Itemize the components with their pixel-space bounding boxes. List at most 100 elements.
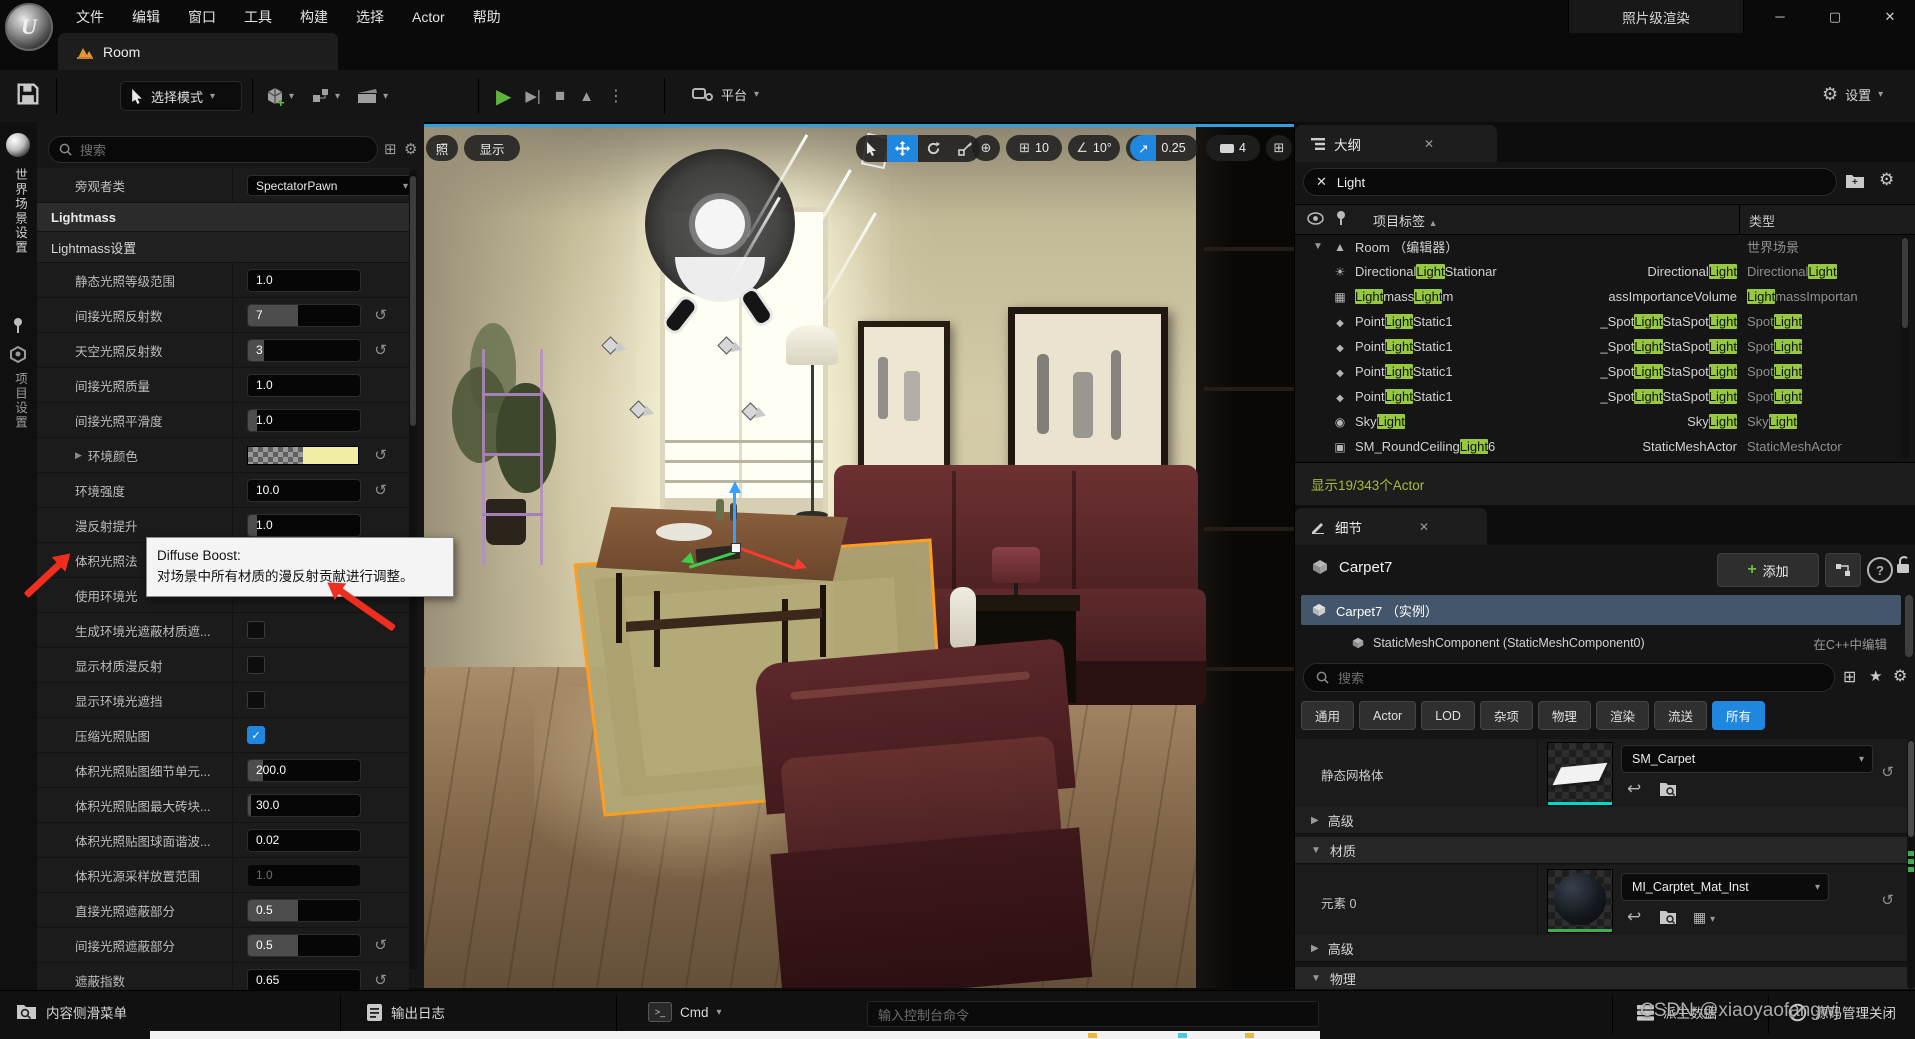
menu-item[interactable]: 选择	[342, 0, 398, 34]
filter-pill[interactable]: 物理	[1538, 701, 1591, 730]
console-command-input[interactable]: 输入控制台命令	[867, 1001, 1319, 1027]
spotlight-gizmo-icon[interactable]	[742, 401, 768, 423]
instance-row-selected[interactable]: Carpet7 （实例）	[1301, 595, 1901, 625]
filter-pill[interactable]: 流送	[1654, 701, 1707, 730]
spotlight-gizmo-icon[interactable]	[602, 335, 628, 357]
cinematics-dropdown[interactable]: ▾	[356, 84, 388, 108]
settings-row[interactable]: ▶ Lightmass ▾ ✓ ↺	[37, 203, 409, 232]
scene-table-lamp[interactable]	[992, 547, 1040, 583]
value-field[interactable]: 7	[247, 304, 361, 327]
save-icon[interactable]	[14, 80, 42, 108]
platform-dropdown[interactable]: 平台 ▾	[690, 84, 759, 104]
settings-dropdown[interactable]: ⚙ 设置 ▾	[1822, 84, 1883, 105]
outliner-row[interactable]: ▼ PointLightStatic1_SpotLightStaSpotLigh…	[1295, 309, 1895, 334]
value-field[interactable]: 200.0	[247, 759, 361, 782]
reset-to-default-icon[interactable]: ↺	[1881, 891, 1894, 909]
reset-to-default-icon[interactable]: ↺	[374, 971, 387, 989]
use-selected-asset-icon[interactable]: ↩	[1627, 779, 1641, 799]
value-field[interactable]: 0.02	[247, 829, 361, 852]
color-swatch[interactable]	[247, 446, 359, 465]
sidebar-tab-world-settings[interactable]: 世界场景设置	[11, 168, 30, 255]
value-field[interactable]: 1.0	[247, 514, 361, 537]
outliner-row[interactable]: ▼ Room （编辑器） 世界场景	[1295, 234, 1895, 259]
value-field[interactable]: 3	[247, 339, 361, 362]
scene-armchair[interactable]	[754, 638, 1092, 988]
sidebar-tab-project-settings[interactable]: 项目设置	[11, 372, 30, 430]
close-icon[interactable]: ✕	[1419, 520, 1429, 534]
static-mesh-thumbnail[interactable]	[1547, 742, 1613, 806]
value-field[interactable]: 0.5	[247, 899, 361, 922]
stop-button[interactable]: ■	[555, 86, 565, 106]
static-mesh-asset-dropdown[interactable]: SM_Carpet▾	[1621, 745, 1873, 773]
add-component-button[interactable]: +添加	[1717, 553, 1819, 587]
close-button[interactable]: ✕	[1865, 0, 1915, 33]
scene-picture-frame-1[interactable]	[858, 321, 950, 483]
label-column-header[interactable]: 项目标签 ▲	[1373, 211, 1438, 230]
reset-to-default-icon[interactable]: ↺	[374, 446, 387, 464]
edit-blueprint-button[interactable]	[1825, 553, 1861, 587]
menu-item[interactable]: Actor	[398, 2, 459, 32]
frame-skip-button[interactable]: ▶|	[525, 87, 540, 105]
scale-snap-toggle[interactable]: ↗ 0.25	[1126, 135, 1198, 161]
grid-snap-toggle[interactable]: ⊞10	[1006, 135, 1062, 161]
checkbox[interactable]: ✓	[247, 656, 265, 674]
reset-to-default-icon[interactable]: ↺	[374, 306, 387, 324]
camera-speed-button[interactable]: 4	[1206, 135, 1260, 161]
add-actor-dropdown[interactable]: +▾	[264, 84, 294, 108]
settings-row[interactable]: ▶ 间接光照遮蔽部分 0.5 ▾ ✓ ↺	[37, 928, 409, 963]
outliner-search[interactable]: ✕ Light	[1303, 168, 1837, 196]
settings-row[interactable]: ▶ 显示材质漫反射 ▾ ✓ ↺	[37, 648, 409, 683]
details-settings-icon[interactable]: ⚙	[1893, 666, 1907, 686]
scene-ladder-shelf[interactable]	[482, 349, 552, 565]
settings-row[interactable]: ▶ 直接光照遮蔽部分 0.5 ▾ ✓ ↺	[37, 893, 409, 928]
visibility-column-icon[interactable]	[1307, 212, 1324, 225]
scene-coffee-table[interactable]	[596, 507, 856, 677]
settings-row[interactable]: ▶ Lightmass设置 ▾ ✓ ↺	[37, 232, 409, 263]
scene-bookshelf[interactable]	[1196, 127, 1294, 988]
browse-to-asset-icon[interactable]	[1659, 781, 1678, 797]
outliner-scrollbar[interactable]	[1901, 236, 1909, 458]
rotate-tool-button[interactable]	[918, 135, 949, 162]
checkbox[interactable]: ✓	[247, 621, 265, 639]
outliner-row[interactable]: ▼ SM_RoundCeilingLight6StaticMeshActor S…	[1295, 434, 1895, 459]
advanced-section-collapsed[interactable]: ▶高级	[1295, 807, 1915, 834]
move-tool-button[interactable]	[887, 135, 918, 162]
value-field[interactable]: 10.0	[247, 479, 361, 502]
checkbox[interactable]: ✓	[247, 691, 265, 709]
value-field[interactable]: 0.5	[247, 934, 361, 957]
gear-icon[interactable]: ⚙	[404, 140, 417, 158]
outliner-row[interactable]: ▼ SkyLightSkyLight SkyLight	[1295, 409, 1895, 434]
rotation-snap-toggle[interactable]: ∠10°	[1068, 135, 1120, 161]
unlock-icon[interactable]	[1895, 555, 1911, 575]
value-field[interactable]: 30.0	[247, 794, 361, 817]
settings-row[interactable]: ▶ 天空光照反射数 3 ▾ ✓ ↺	[37, 333, 409, 368]
menu-item[interactable]: 文件	[62, 0, 118, 34]
settings-row[interactable]: ▶ 环境颜色 ▾ ✓ ↺	[37, 438, 409, 473]
menu-item[interactable]: 构建	[286, 0, 342, 34]
reset-to-default-icon[interactable]: ↺	[374, 481, 387, 499]
filter-pill[interactable]: 所有	[1712, 701, 1765, 730]
outliner-row[interactable]: ▼ DirectionalLightStationarDirectionalLi…	[1295, 259, 1895, 284]
pin-icon[interactable]	[10, 316, 26, 334]
menu-item[interactable]: 编辑	[118, 0, 174, 34]
details-tree-scrollbar[interactable]	[1905, 595, 1913, 657]
close-icon[interactable]: ✕	[1424, 137, 1434, 151]
settings-row[interactable]: ▶ 体积光照贴图最大砖块... 30.0 ▾ ✓ ↺	[37, 788, 409, 823]
settings-row[interactable]: ▶ 生成环境光遮蔽材质遮... ▾ ✓ ↺	[37, 613, 409, 648]
output-log-button[interactable]: 输出日志	[366, 1002, 445, 1022]
cmd-dropdown[interactable]: >_ Cmd ▾	[648, 1002, 722, 1022]
filter-pill[interactable]: 杂项	[1480, 701, 1533, 730]
settings-row[interactable]: ▶ 间接光照质量 1.0 ▾ ✓ ↺	[37, 368, 409, 403]
value-field[interactable]: 1.0	[247, 374, 361, 397]
world-space-toggle[interactable]: ⊕	[972, 135, 1000, 161]
show-flags-button[interactable]: 显示	[464, 135, 520, 161]
settings-row[interactable]: ▶ 体积光照贴图细节单元... 200.0 ▾ ✓ ↺	[37, 753, 409, 788]
maximize-viewport-button[interactable]: ⊞	[1266, 135, 1292, 161]
minimize-button[interactable]: ─	[1755, 0, 1805, 33]
component-row[interactable]: StaticMeshComponent (StaticMeshComponent…	[1351, 629, 1901, 657]
lit-mode-button[interactable]: 照	[426, 135, 458, 161]
settings-row[interactable]: ▶ 间接光照反射数 7 ▾ ✓ ↺	[37, 298, 409, 333]
details-scrollbar[interactable]	[1907, 739, 1915, 989]
advanced-section-2-collapsed[interactable]: ▶高级	[1295, 935, 1915, 962]
menu-item[interactable]: 帮助	[459, 0, 515, 34]
